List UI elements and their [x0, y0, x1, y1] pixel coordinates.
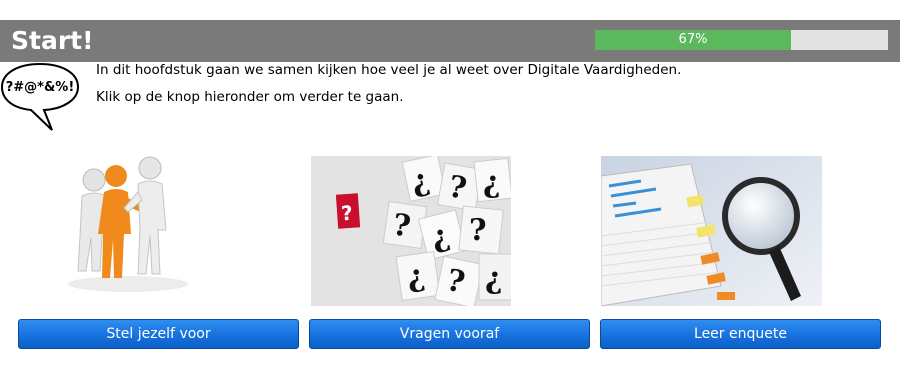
progress-bar: 67%	[595, 30, 888, 50]
intro-line-1: In dit hoofdstuk gaan we samen kijken ho…	[96, 62, 682, 78]
speech-bubble-text: ?#@*&%!	[6, 80, 75, 95]
progress-label: 67%	[678, 32, 708, 47]
svg-text:¿: ¿	[485, 261, 503, 296]
leer-enquete-button[interactable]: Leer enquete	[600, 319, 881, 349]
svg-text:?: ?	[340, 201, 353, 226]
svg-text:¿: ¿	[483, 165, 501, 200]
header-bar: Start! 67%	[0, 20, 900, 62]
page-title: Start!	[11, 26, 94, 55]
speech-bubble-icon: ?#@*&%!	[0, 62, 80, 131]
stel-jezelf-voor-button[interactable]: Stel jezelf voor	[18, 319, 299, 349]
question-marks-image: ¿ ? ¿ ? ¿ ? ¿ ? ¿ ?	[311, 156, 511, 306]
intro-line-2: Klik op de knop hieronder om verder te g…	[96, 89, 404, 105]
svg-text:?: ?	[469, 213, 487, 248]
vragen-vooraf-button[interactable]: Vragen vooraf	[309, 319, 590, 349]
documents-magnifier-image	[601, 156, 822, 306]
people-introducing-image	[58, 156, 258, 306]
